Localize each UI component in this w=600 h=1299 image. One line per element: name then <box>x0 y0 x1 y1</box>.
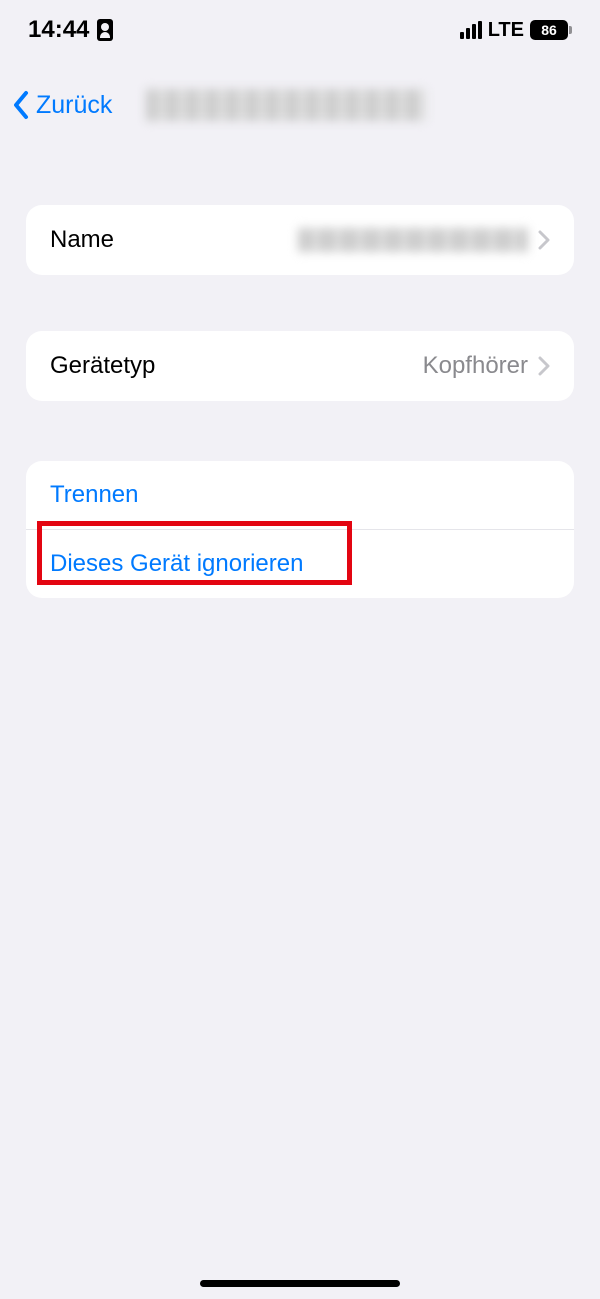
chevron-right-icon <box>538 356 550 376</box>
disconnect-label: Trennen <box>50 481 139 508</box>
disconnect-button[interactable]: Trennen <box>26 461 574 529</box>
name-row[interactable]: Name <box>26 205 574 275</box>
chevron-back-icon <box>12 90 30 120</box>
actions-group: Trennen Dieses Gerät ignorieren <box>26 461 574 598</box>
status-right: LTE 86 <box>460 19 572 42</box>
navigation-bar: Zurück <box>0 75 600 135</box>
status-time: 14:44 <box>28 16 89 44</box>
devicetype-row[interactable]: Gerätetyp Kopfhörer <box>26 331 574 401</box>
devicetype-value: Kopfhörer <box>423 352 528 380</box>
forget-device-label: Dieses Gerät ignorieren <box>50 550 303 577</box>
page-title-redacted <box>146 89 426 121</box>
battery-level: 86 <box>530 20 568 40</box>
status-bar: 14:44 LTE 86 <box>0 0 600 60</box>
devicetype-value-wrap: Kopfhörer <box>423 352 550 380</box>
name-group: Name <box>26 205 574 275</box>
name-value-redacted <box>298 228 528 252</box>
name-label: Name <box>50 226 114 254</box>
home-indicator[interactable] <box>200 1280 400 1287</box>
content: Name Gerätetyp Kopfhörer Trennen Di <box>0 205 600 598</box>
chevron-right-icon <box>538 230 550 250</box>
devicetype-label: Gerätetyp <box>50 352 155 380</box>
forget-device-button[interactable]: Dieses Gerät ignorieren <box>26 529 574 598</box>
name-value <box>298 228 550 252</box>
back-button[interactable]: Zurück <box>12 90 112 120</box>
network-type: LTE <box>488 19 524 42</box>
devicetype-group: Gerätetyp Kopfhörer <box>26 331 574 401</box>
status-left: 14:44 <box>28 16 113 44</box>
contact-card-icon <box>97 19 113 41</box>
back-label: Zurück <box>36 91 112 120</box>
cellular-signal-icon <box>460 21 482 39</box>
battery-icon: 86 <box>530 20 572 40</box>
